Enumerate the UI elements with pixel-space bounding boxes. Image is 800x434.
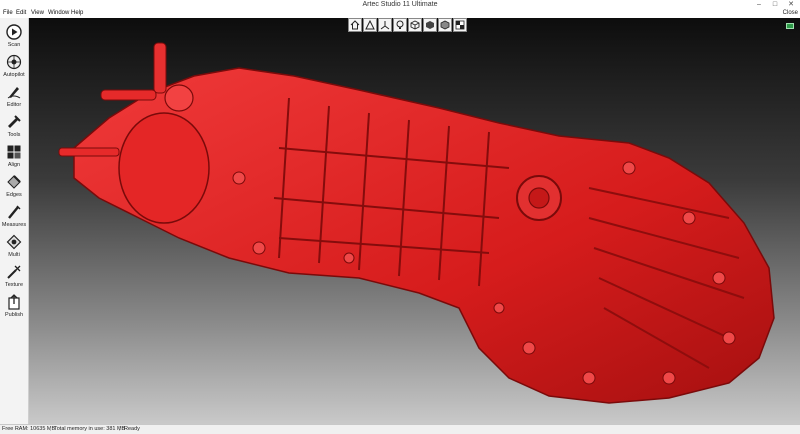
view-toolbar xyxy=(348,18,467,33)
menu-help[interactable]: Help xyxy=(71,9,83,18)
box-view-button[interactable] xyxy=(408,18,422,32)
sidebar-item-label: Multi xyxy=(8,252,20,258)
sidebar-item-label: Publish xyxy=(4,312,24,318)
menu-edit[interactable]: Edit xyxy=(16,9,26,18)
texture-view-icon xyxy=(455,20,465,30)
light-icon xyxy=(396,20,404,29)
status-bar: Free RAM: 10635 MB | Total memory in use… xyxy=(0,424,800,434)
sidebar-item-texture[interactable]: Texture xyxy=(0,262,28,292)
multi-icon xyxy=(6,234,22,250)
sidebar-item-label: Tools xyxy=(7,132,21,138)
axes-view-button[interactable] xyxy=(378,18,392,32)
ready-status: Ready xyxy=(124,426,140,432)
wire-view-icon xyxy=(440,20,450,30)
edges-icon xyxy=(7,175,21,189)
sidebar-item-label: Align xyxy=(7,162,21,168)
grid-view-button[interactable] xyxy=(363,18,377,32)
home-view-icon xyxy=(350,20,360,30)
sidebar-item-autopilot[interactable]: Autopilot xyxy=(0,52,28,82)
sidebar-item-label: Measures xyxy=(1,222,27,228)
sidebar-item-multi[interactable]: Multi xyxy=(0,232,28,262)
3d-viewport[interactable] xyxy=(29,18,800,424)
sidebar-item-tools[interactable]: Tools xyxy=(0,112,28,142)
home-view-button[interactable] xyxy=(348,18,362,32)
memory-status: Total memory in use: 381 MB xyxy=(54,426,126,432)
sidebar: Scan Autopilot Editor Tools Align Edges … xyxy=(0,18,29,424)
sidebar-item-edges[interactable]: Edges xyxy=(0,172,28,202)
publish-icon xyxy=(8,294,20,310)
wire-view-button[interactable] xyxy=(438,18,452,32)
sidebar-item-label: Texture xyxy=(4,282,24,288)
align-icon xyxy=(7,145,21,159)
grid-view-icon xyxy=(365,20,375,30)
minimize-button[interactable]: – xyxy=(752,0,766,9)
solid-view-button[interactable] xyxy=(423,18,437,32)
close-link[interactable]: Close xyxy=(783,9,798,18)
light-button[interactable] xyxy=(393,18,407,32)
menu-file[interactable]: File xyxy=(3,9,13,18)
editor-icon xyxy=(7,87,21,99)
texture-view-button[interactable] xyxy=(453,18,467,32)
close-window-button[interactable]: ✕ xyxy=(784,0,798,9)
sidebar-item-label: Scan xyxy=(7,42,21,48)
sidebar-item-label: Editor xyxy=(6,102,22,108)
free-ram-status: Free RAM: 10635 MB xyxy=(2,426,56,432)
autopilot-icon xyxy=(6,54,22,70)
sidebar-item-scan[interactable]: Scan xyxy=(0,22,28,52)
menu-window[interactable]: Window xyxy=(48,9,69,18)
play-circle-icon xyxy=(6,24,22,40)
texture-icon xyxy=(7,265,21,279)
solid-view-icon xyxy=(426,21,434,29)
sidebar-item-publish[interactable]: Publish xyxy=(0,292,28,322)
axes-view-icon xyxy=(380,21,390,30)
sidebar-item-align[interactable]: Align xyxy=(0,142,28,172)
title-bar: Artec Studio 11 Ultimate – □ ✕ xyxy=(0,0,800,9)
connection-indicator-icon xyxy=(786,23,794,29)
sidebar-item-label: Autopilot xyxy=(3,72,25,78)
window-title: Artec Studio 11 Ultimate xyxy=(362,1,438,8)
scanned-gearbox-model[interactable] xyxy=(29,18,800,424)
menu-bar: File Edit View Window Help xyxy=(0,9,800,18)
menu-view[interactable]: View xyxy=(31,9,44,18)
measures-icon xyxy=(8,205,21,219)
sidebar-item-label: Edges xyxy=(6,192,22,198)
status-separator: | xyxy=(50,426,52,432)
sidebar-item-measures[interactable]: Measures xyxy=(0,202,28,232)
box-view-icon xyxy=(410,20,420,30)
tools-icon xyxy=(8,115,21,128)
status-separator: | xyxy=(119,426,121,432)
sidebar-item-editor[interactable]: Editor xyxy=(0,82,28,112)
maximize-button[interactable]: □ xyxy=(768,0,782,9)
